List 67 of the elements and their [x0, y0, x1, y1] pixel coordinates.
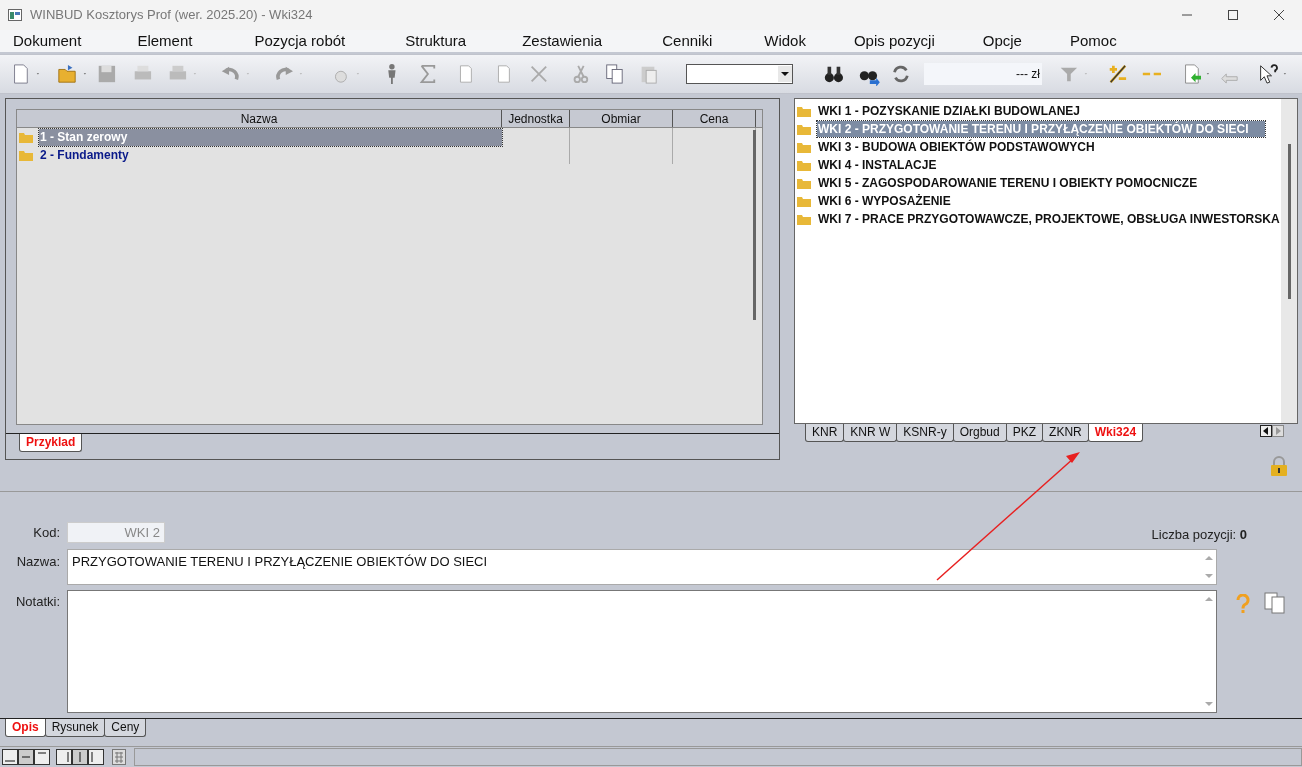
catalog-item[interactable]: WKI 4 - INSTALACJE	[817, 157, 938, 173]
folder-icon	[797, 213, 811, 225]
folder-icon	[797, 141, 811, 153]
menu-item[interactable]: Pozycja robót	[254, 29, 346, 53]
combo-box[interactable]	[685, 64, 793, 84]
catalog-item[interactable]: WKI 5 - ZAGOSPODAROWANIE TERENU I OBIEKTY POMOCNICZE	[817, 175, 1199, 191]
field-label: Notatki:	[14, 593, 61, 611]
tab[interactable]: KNR W	[843, 424, 898, 442]
help-pointer-icon[interactable]	[1257, 62, 1280, 86]
menu-item[interactable]: Zestawienia	[522, 29, 603, 53]
catalog-item[interactable]: WKI 7 - PRACE PRZYGOTOWAWCZE, PROJEKTOWE, OBSŁUGA INWESTORSKA	[817, 211, 1281, 227]
count-label: Liczba pozycji:	[1151, 527, 1237, 542]
documents-icon[interactable]	[1264, 592, 1286, 614]
folder-icon	[797, 177, 811, 189]
folder-icon	[19, 131, 33, 143]
menu-item[interactable]: Pomoc	[1069, 29, 1117, 53]
menu-item[interactable]: Dokument	[13, 29, 82, 53]
menu-item[interactable]: Element	[137, 29, 193, 53]
column-header[interactable]: Cena	[673, 110, 756, 127]
folder-icon	[797, 195, 811, 207]
tab-scroll-arrows-icon[interactable]	[1260, 425, 1284, 437]
tab[interactable]: KNR	[805, 424, 845, 442]
maximize-icon[interactable]	[1227, 9, 1239, 21]
menu-item[interactable]: Opcje	[982, 29, 1022, 53]
tree-row[interactable]: 2 - Fundamenty	[39, 146, 502, 164]
menu-item[interactable]: Struktura	[405, 29, 467, 53]
view-layout-icons[interactable]	[2, 749, 50, 765]
catalog-item[interactable]: WKI 1 - POZYSKANIE DZIAŁKI BUDOWLANEJ	[817, 103, 1081, 119]
menu-item[interactable]: Widok	[764, 29, 806, 53]
notes-field[interactable]	[67, 590, 1217, 713]
field-label: Nazwa:	[15, 553, 61, 571]
padlock-icon[interactable]	[1270, 456, 1288, 476]
tab[interactable]: Przyklad	[19, 434, 83, 452]
split-layout-icons[interactable]	[56, 749, 104, 765]
catalog-item[interactable]: WKI 3 - BUDOWA OBIEKTÓW PODSTAWOWYCH	[817, 139, 1096, 155]
open-folder-icon[interactable]	[56, 62, 79, 86]
close-icon[interactable]	[1273, 9, 1285, 21]
tab[interactable]: Opis	[5, 719, 46, 737]
help-icon[interactable]	[1236, 594, 1250, 614]
tab[interactable]: Wki324	[1087, 424, 1144, 442]
scrollbar-thumb[interactable]	[753, 130, 756, 320]
scrollbar-thumb[interactable]	[1288, 144, 1291, 299]
tab[interactable]: Ceny	[104, 719, 147, 737]
window-title: WINBUD Kosztorys Prof (wer. 2025.20) - Wki324	[30, 6, 313, 25]
calculator-icon[interactable]	[112, 749, 126, 765]
folder-icon	[19, 149, 33, 161]
folder-icon	[797, 159, 811, 171]
tab[interactable]: KSNR-y	[896, 424, 954, 442]
dropdown-caret-icon[interactable]	[777, 66, 792, 82]
menu-item[interactable]: Cenniki	[662, 29, 713, 53]
tab[interactable]: PKZ	[1005, 424, 1044, 442]
tab[interactable]: Rysunek	[44, 719, 106, 737]
name-field[interactable]: PRZYGOTOWANIE TERENU I PRZYŁĄCZENIE OBIEKTÓW DO SIECI	[67, 549, 1217, 585]
app-icon	[8, 9, 22, 21]
column-header[interactable]: Obmiar	[570, 110, 673, 127]
field-label: Kod:	[32, 523, 61, 542]
folder-icon	[797, 105, 811, 117]
count-value: 0	[1239, 527, 1247, 542]
tab[interactable]: ZKNR	[1042, 424, 1089, 442]
column-header[interactable]: Jednostka	[502, 110, 570, 127]
folder-icon	[797, 123, 811, 135]
price-field[interactable]: --- zł	[924, 63, 1042, 85]
catalog-item[interactable]: WKI 6 - WYPOSAŻENIE	[817, 193, 952, 209]
column-header[interactable]: Nazwa	[17, 110, 502, 127]
tab[interactable]: Orgbud	[952, 424, 1007, 442]
copy-icon[interactable]	[603, 62, 626, 86]
menu-item[interactable]: Opis pozycji	[853, 29, 935, 53]
